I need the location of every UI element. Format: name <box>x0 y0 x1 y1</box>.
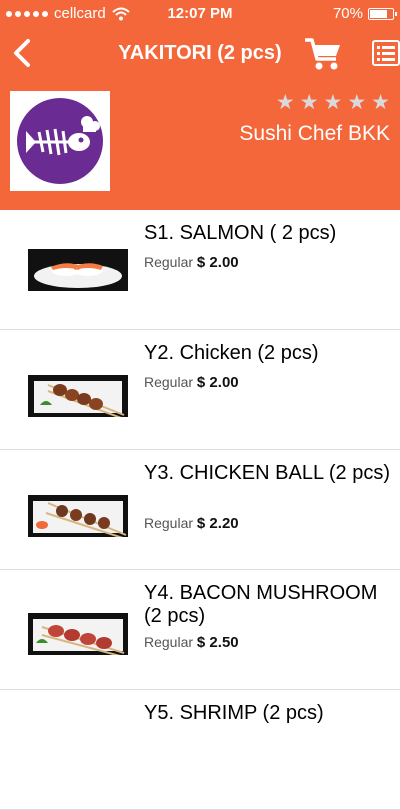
star-icon: ★ <box>299 91 319 114</box>
restaurant-logo <box>10 91 110 191</box>
fish-bone-chef-logo-icon <box>26 116 100 156</box>
list-item[interactable]: S1. SALMON ( 2 pcs) Regular $ 2.00 <box>0 210 400 330</box>
nav-bar: YAKITORI (2 pcs) <box>0 28 400 78</box>
list-item[interactable]: Y2. Chicken (2 pcs) Regular $ 2.00 <box>0 330 400 450</box>
battery-icon <box>368 7 397 20</box>
item-name: S1. SALMON ( 2 pcs) <box>144 222 337 244</box>
restaurant-name: Sushi Chef BKK <box>239 122 390 145</box>
cart-icon[interactable] <box>303 36 343 72</box>
list-item[interactable]: Y3. CHICKEN BALL (2 pcs) Regular $ 2.20 <box>0 450 400 570</box>
header: cellcard 12:07 PM 70% YAKITORI (2 pcs) ★… <box>0 0 400 210</box>
status-bar: cellcard 12:07 PM 70% <box>0 0 400 28</box>
list-item[interactable]: Y4. BACON MUSHROOM (2 pcs) Regular $ 2.5… <box>0 570 400 690</box>
chicken-ball-skewer-image <box>28 495 128 537</box>
star-icon: ★ <box>371 91 390 114</box>
battery-percent: 70% <box>332 5 363 22</box>
item-price: Regular $ 2.00 <box>144 374 239 391</box>
star-icon: ★ <box>347 91 367 114</box>
list-item[interactable]: Y5. SHRIMP (2 pcs) <box>0 690 400 810</box>
bacon-mushroom-skewer-image <box>28 613 128 655</box>
chicken-skewer-image <box>28 375 128 417</box>
item-price: Regular $ 2.20 <box>144 515 239 532</box>
salmon-sushi-image <box>28 249 128 291</box>
item-price: Regular $ 2.00 <box>144 254 239 271</box>
item-name: Y5. SHRIMP (2 pcs) <box>144 702 324 724</box>
menu-list: S1. SALMON ( 2 pcs) Regular $ 2.00 Y2. C… <box>0 210 400 810</box>
star-icon: ★ <box>275 91 295 114</box>
rating-stars: ★ ★ ★ ★ ★ <box>276 92 390 114</box>
item-name: Y2. Chicken (2 pcs) <box>144 342 319 364</box>
item-name: Y4. BACON MUSHROOM (2 pcs) <box>144 582 378 627</box>
item-price: Regular $ 2.50 <box>144 634 239 651</box>
menu-list-icon[interactable] <box>372 40 400 66</box>
star-icon: ★ <box>323 91 343 114</box>
item-name: Y3. CHICKEN BALL (2 pcs) <box>144 462 391 484</box>
